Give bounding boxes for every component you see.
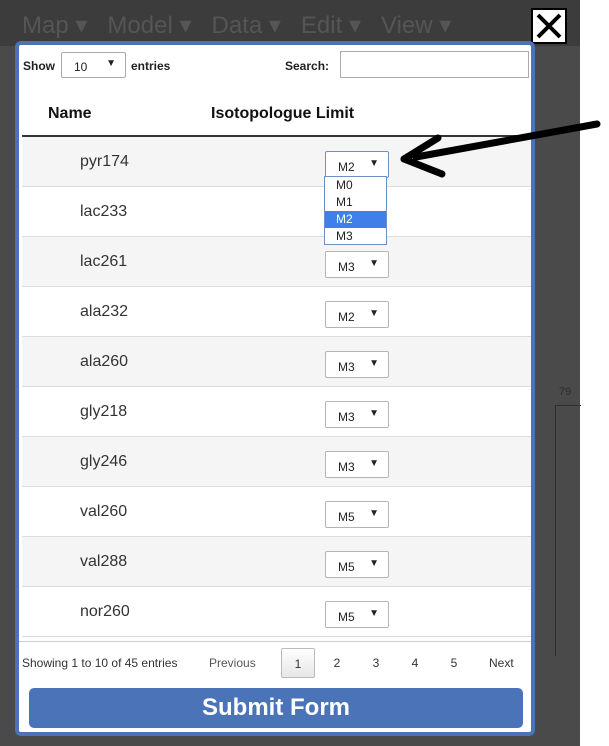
pagination-page-3[interactable]: 3 bbox=[359, 648, 393, 678]
limit-value: M3 bbox=[338, 260, 355, 274]
row-name: gly246 bbox=[80, 453, 128, 470]
table-row: val288 M5 ▼ bbox=[22, 537, 531, 587]
search-label: Search: bbox=[285, 59, 330, 73]
pagination-page-4[interactable]: 4 bbox=[398, 648, 432, 678]
table-row: ala232 M2 ▼ bbox=[22, 287, 531, 337]
row-name: val260 bbox=[80, 503, 128, 520]
chevron-down-icon: ▼ bbox=[369, 308, 379, 319]
row-name: lac261 bbox=[80, 253, 128, 270]
table-row: gly218 M3 ▼ bbox=[22, 387, 531, 437]
entries-info: Showing 1 to 10 of 45 entries bbox=[22, 656, 178, 670]
page-size-select[interactable]: 10 ▼ bbox=[61, 52, 126, 78]
limit-select[interactable]: M3 ▼ bbox=[325, 251, 389, 278]
bg-menu-model: Model ▾ bbox=[107, 12, 192, 39]
pagination-page-5[interactable]: 5 bbox=[437, 648, 471, 678]
limit-select[interactable]: M5 ▼ bbox=[325, 551, 389, 578]
pagination-previous[interactable]: Previous bbox=[209, 648, 256, 678]
limit-value: M2 bbox=[338, 310, 355, 324]
table-row: gly246 M3 ▼ bbox=[22, 437, 531, 487]
row-name: gly218 bbox=[80, 403, 128, 420]
dropdown-option-m2[interactable]: M2 bbox=[325, 211, 386, 228]
pagination-page-2[interactable]: 2 bbox=[320, 648, 354, 678]
limit-select[interactable]: M3 ▼ bbox=[325, 351, 389, 378]
table-row: nor260 M5 ▼ bbox=[22, 587, 531, 637]
bg-menu-map: Map ▾ bbox=[22, 12, 88, 39]
arrow-annotation-icon bbox=[400, 120, 601, 178]
row-name: nor260 bbox=[80, 603, 130, 620]
chevron-down-icon: ▼ bbox=[369, 458, 379, 469]
table-row: val260 M5 ▼ bbox=[22, 487, 531, 537]
limit-select[interactable]: M5 ▼ bbox=[325, 501, 389, 528]
limit-value: M3 bbox=[338, 360, 355, 374]
table-footer: Showing 1 to 10 of 45 entries Previous 1… bbox=[19, 641, 531, 680]
entries-label: entries bbox=[131, 59, 171, 73]
table-row: lac261 M3 ▼ bbox=[22, 237, 531, 287]
background-chart-label: 79 bbox=[559, 386, 572, 398]
limit-select[interactable]: M3 ▼ bbox=[325, 451, 389, 478]
chevron-down-icon: ▼ bbox=[369, 158, 379, 169]
chevron-down-icon: ▼ bbox=[369, 558, 379, 569]
limit-value: M5 bbox=[338, 610, 355, 624]
submit-form-button[interactable]: Submit Form bbox=[29, 688, 523, 728]
limit-dropdown-list: M0 M1 M2 M3 bbox=[324, 176, 387, 245]
chevron-down-icon: ▼ bbox=[369, 608, 379, 619]
show-label: Show bbox=[23, 59, 55, 73]
limit-value: M3 bbox=[338, 410, 355, 424]
dropdown-option-m0[interactable]: M0 bbox=[325, 177, 386, 194]
row-name: pyr174 bbox=[80, 153, 129, 170]
chevron-down-icon: ▼ bbox=[369, 258, 379, 269]
pagination-next[interactable]: Next bbox=[489, 648, 514, 678]
close-button[interactable] bbox=[531, 8, 567, 44]
dropdown-option-m3[interactable]: M3 bbox=[325, 228, 386, 245]
background-menu-bar: Map ▾ Model ▾ Data ▾ Edit ▾ View ▾ bbox=[0, 0, 580, 46]
column-header-limit[interactable]: Isotopologue Limit bbox=[211, 105, 354, 123]
limit-select[interactable]: M2 ▼ bbox=[325, 151, 389, 178]
limit-value: M5 bbox=[338, 510, 355, 524]
bg-menu-data: Data ▾ bbox=[211, 12, 281, 39]
close-icon bbox=[536, 13, 562, 39]
limit-select[interactable]: M5 ▼ bbox=[325, 601, 389, 628]
table-row: ala260 M3 ▼ bbox=[22, 337, 531, 387]
page-size-value: 10 bbox=[74, 60, 88, 74]
column-header-name[interactable]: Name bbox=[48, 105, 92, 123]
limit-select[interactable]: M2 ▼ bbox=[325, 301, 389, 328]
table-row: lac233 bbox=[22, 187, 531, 237]
chevron-down-icon: ▼ bbox=[369, 358, 379, 369]
bg-menu-edit: Edit ▾ bbox=[300, 12, 361, 39]
table-toolbar: Show 10 ▼ entries Search: bbox=[19, 45, 531, 85]
limit-select[interactable]: M3 ▼ bbox=[325, 401, 389, 428]
search-input[interactable] bbox=[340, 51, 529, 78]
row-name: ala232 bbox=[80, 303, 129, 320]
pagination-page-1[interactable]: 1 bbox=[281, 648, 315, 678]
row-name: val288 bbox=[80, 553, 128, 570]
chevron-down-icon: ▼ bbox=[106, 58, 116, 69]
dropdown-option-m1[interactable]: M1 bbox=[325, 194, 386, 211]
chevron-down-icon: ▼ bbox=[369, 408, 379, 419]
limit-value: M3 bbox=[338, 460, 355, 474]
background-chart bbox=[555, 405, 581, 656]
limit-value: M2 bbox=[338, 160, 355, 174]
bg-menu-view: View ▾ bbox=[381, 12, 452, 39]
table-body: pyr174 M2 ▼ lac233 lac261 M3 ▼ ala232 M2… bbox=[22, 137, 531, 637]
row-name: ala260 bbox=[80, 353, 129, 370]
chevron-down-icon: ▼ bbox=[369, 508, 379, 519]
row-name: lac233 bbox=[80, 203, 128, 220]
limit-value: M5 bbox=[338, 560, 355, 574]
